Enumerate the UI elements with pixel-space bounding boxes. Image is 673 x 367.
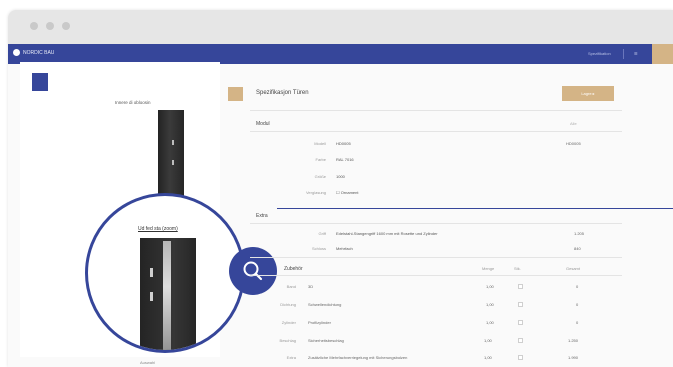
table-row-total: 0 — [576, 320, 579, 325]
row-right-value: HD0005 — [566, 141, 581, 146]
nav-accent-block[interactable] — [652, 44, 673, 64]
row-label: Farbe — [315, 157, 326, 162]
zoomed-handle — [150, 268, 153, 277]
column-header-quantity: Menge — [482, 266, 495, 271]
table-row-qty[interactable]: 1,00 — [484, 338, 492, 343]
row-value[interactable]: RAL 7016 — [336, 157, 354, 162]
close-dot-icon[interactable] — [30, 22, 38, 30]
divider — [250, 110, 622, 111]
row-right-value: 840 — [574, 246, 581, 251]
config-title: Spezifikasjon Türen — [256, 90, 309, 96]
zoom-caption[interactable]: Ud fed sta (zoom) — [138, 226, 178, 232]
column-header-unit: Stk. — [514, 266, 521, 271]
config-marker — [228, 87, 243, 101]
row-value[interactable]: Edelstahl-Stangengriff 1600 mm mit Roset… — [336, 231, 536, 236]
table-row-qty[interactable]: 1,00 — [484, 355, 492, 360]
row-value[interactable]: HD0005 — [336, 141, 351, 146]
nav-divider — [623, 49, 624, 59]
divider — [250, 257, 622, 258]
table-row-total: 1.250 — [568, 338, 579, 343]
search-icon — [243, 261, 263, 281]
divider — [250, 131, 622, 132]
table-row-label: Zylinder — [281, 320, 296, 325]
row-label: Größe — [314, 174, 326, 179]
table-row-label: Extra — [286, 355, 296, 360]
row-value[interactable]: Mehrfach — [336, 246, 353, 251]
table-row-name: Schwellendichtung — [308, 302, 342, 307]
door-caption: Innere di obloosin — [115, 100, 151, 105]
bottom-caption: Auswahl — [140, 360, 156, 365]
row-label: Modell — [314, 141, 326, 146]
table-row-label: Beschlag — [279, 338, 296, 343]
column-header-total: Gesamt — [566, 266, 581, 271]
table-row-name: Sicherheitsbeschlag — [308, 338, 344, 343]
section-extra-heading: Extra — [256, 213, 268, 219]
minimize-dot-icon[interactable] — [46, 22, 54, 30]
row-label: Griff — [318, 231, 326, 236]
divider — [250, 223, 622, 224]
magnifier-lens: Ud fed sta (zoom) — [85, 193, 245, 353]
table-row-name: Profilzylinder — [308, 320, 331, 325]
top-navbar: NORDIC BAU Spezifikation ☰ — [8, 44, 673, 64]
brand-logo[interactable]: NORDIC BAU — [13, 49, 54, 56]
table-row-checkbox[interactable] — [518, 302, 523, 307]
section-modul-heading: Modul — [256, 121, 270, 127]
table-row-checkbox[interactable] — [518, 320, 523, 325]
table-row-label: Band — [286, 284, 296, 289]
maximize-dot-icon[interactable] — [62, 22, 70, 30]
table-row-checkbox[interactable] — [518, 284, 523, 289]
save-button[interactable]: Lagre ▸ — [562, 86, 614, 101]
nav-link-specification[interactable]: Spezifikation — [588, 51, 611, 56]
window-titlebar — [8, 10, 673, 44]
brand-name: NORDIC BAU — [23, 49, 55, 56]
table-row-label: Dichtung — [280, 302, 296, 307]
row-label: Verglasung — [305, 190, 326, 195]
table-row-checkbox[interactable] — [518, 338, 523, 343]
magnifier-pointer-line — [277, 208, 673, 209]
row-label: Schloss — [311, 246, 326, 251]
door-handle — [172, 140, 174, 145]
table-row-total: 1.990 — [568, 355, 579, 360]
table-row-total: 0 — [576, 302, 579, 307]
table-row-qty[interactable]: 1,00 — [486, 284, 494, 289]
section-zubehor-heading: Zubehör — [284, 266, 303, 272]
menu-icon[interactable]: ☰ — [634, 51, 638, 56]
zoomed-lock — [150, 292, 153, 301]
row-right-value: 1.205 — [574, 231, 585, 236]
back-button[interactable] — [32, 73, 48, 91]
zoomed-glass-strip — [163, 241, 171, 350]
divider — [250, 275, 622, 276]
table-row-qty[interactable]: 1,00 — [486, 320, 494, 325]
row-value[interactable]: ☐ Ornament — [336, 190, 358, 195]
table-row-name: Zusätzliche Mehrfachverriegelung mit Sic… — [308, 355, 408, 360]
row-value[interactable]: 1000 — [336, 174, 345, 179]
table-row-checkbox[interactable] — [518, 355, 523, 360]
door-lock — [172, 160, 174, 165]
brand-icon — [13, 49, 20, 56]
section-modul-tag[interactable]: Alle — [570, 121, 577, 126]
table-row-total: 0 — [576, 284, 579, 289]
table-row-qty[interactable]: 1,00 — [486, 302, 494, 307]
table-row-name: 3D — [308, 284, 314, 289]
